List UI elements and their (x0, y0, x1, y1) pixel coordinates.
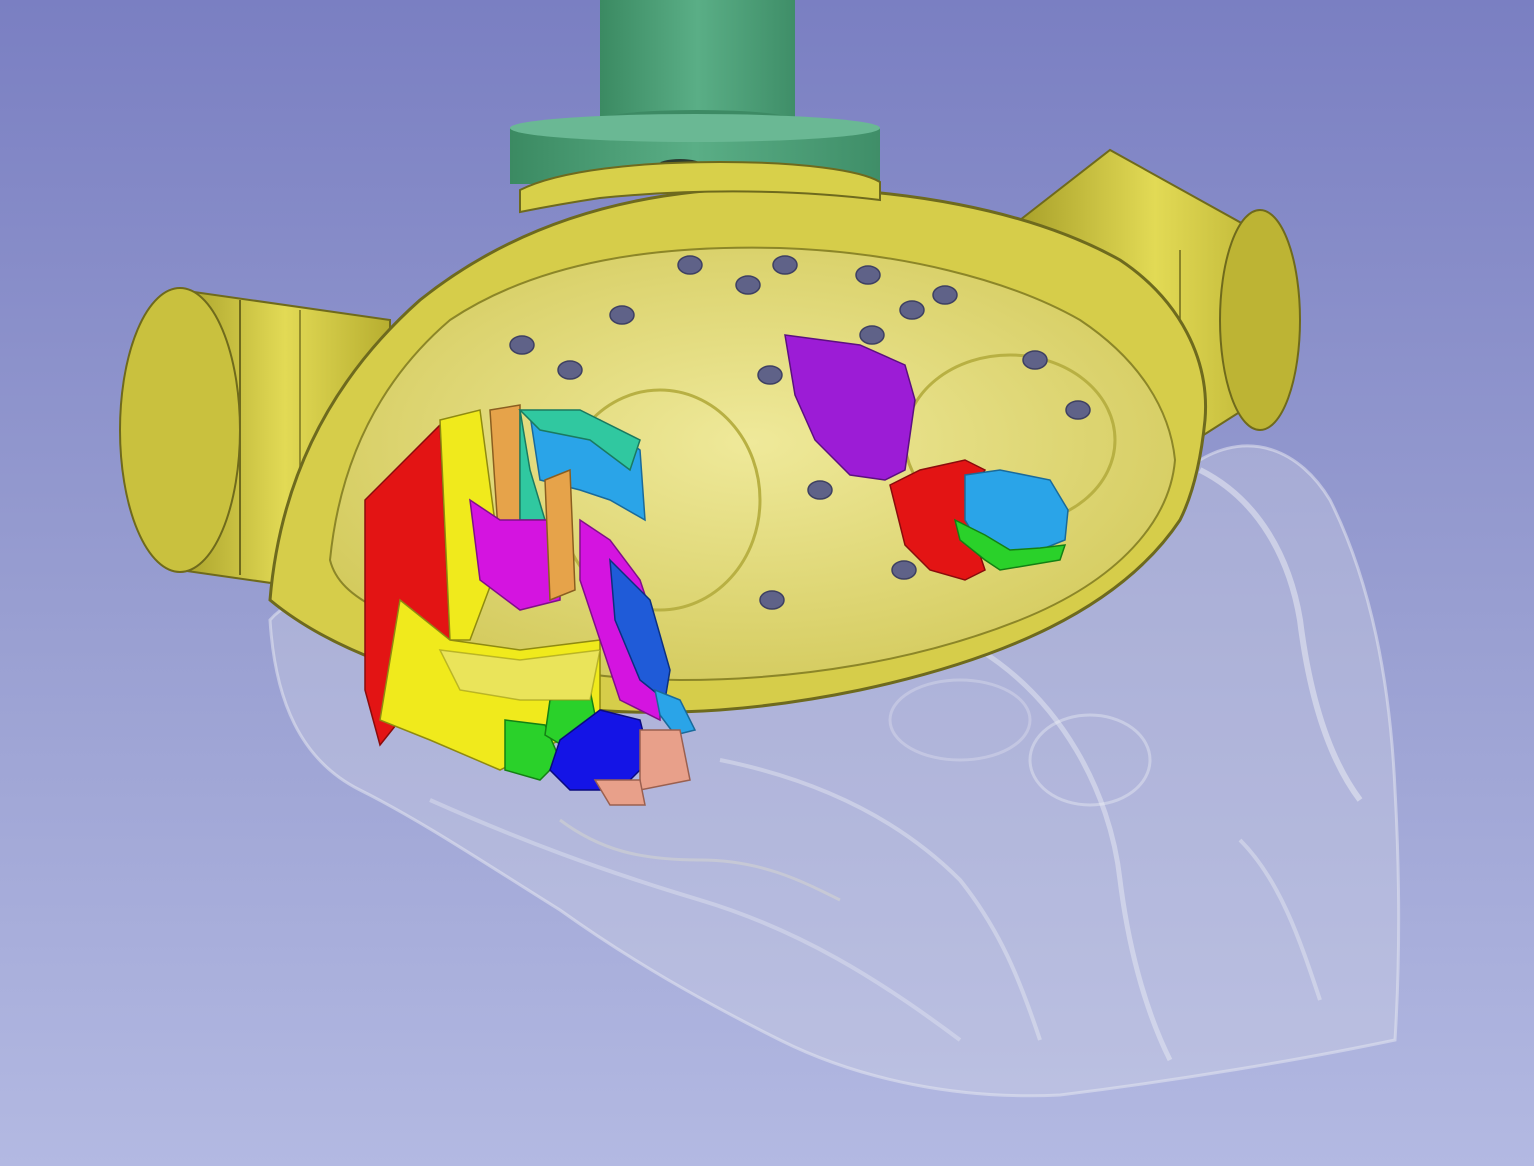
3d-scene (119, 0, 1401, 1098)
guide-cylinder (510, 0, 880, 184)
3d-viewport[interactable] (0, 0, 1534, 1166)
